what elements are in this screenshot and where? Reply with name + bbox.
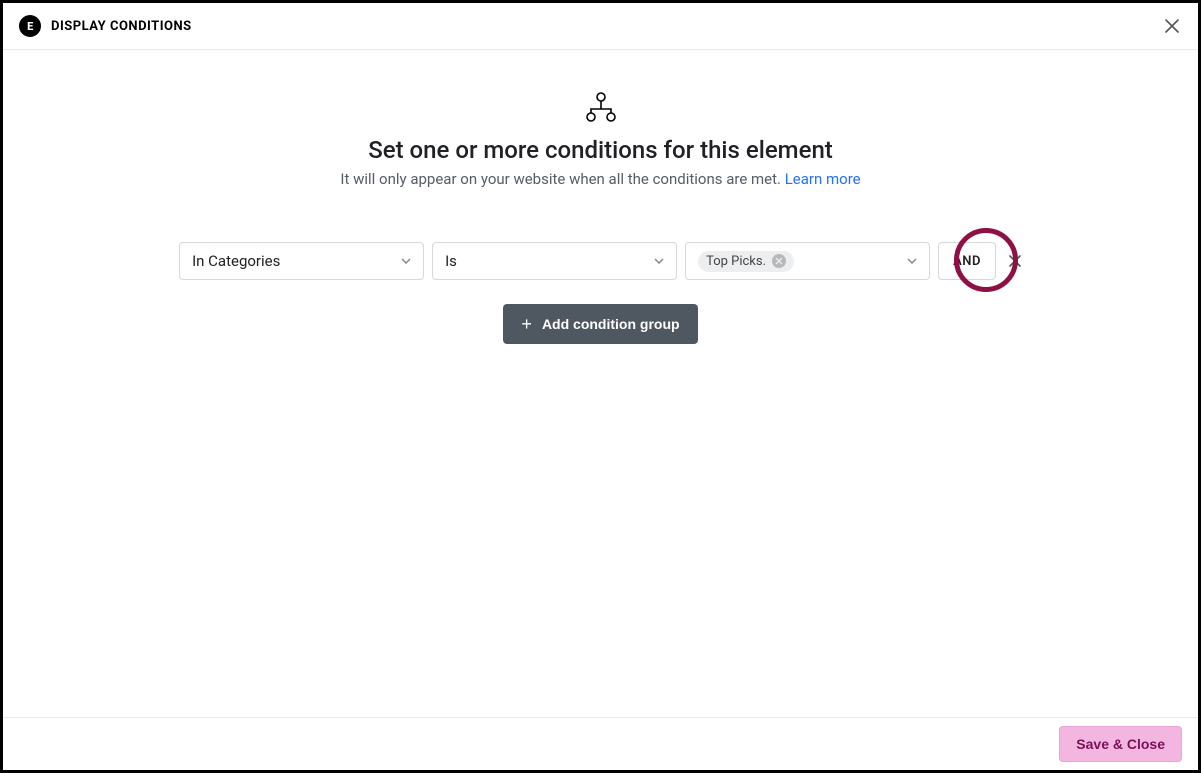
- condition-value-select[interactable]: Top Picks.: [685, 242, 930, 280]
- caret-down-icon: [654, 258, 664, 264]
- add-condition-group-button[interactable]: + Add condition group: [503, 304, 697, 344]
- condition-type-select[interactable]: In Categories: [179, 242, 424, 280]
- sitemap-icon: [584, 92, 618, 122]
- value-chip-label: Top Picks.: [706, 254, 766, 269]
- save-close-button[interactable]: Save & Close: [1059, 726, 1182, 762]
- remove-row-icon[interactable]: [1008, 254, 1022, 268]
- condition-row: In Categories Is Top Picks.: [179, 242, 1022, 280]
- modal-footer: Save & Close: [3, 717, 1198, 770]
- plus-icon: +: [521, 314, 532, 335]
- condition-operator-value: Is: [445, 252, 457, 270]
- modal-header: E DISPLAY CONDITIONS: [3, 3, 1198, 50]
- condition-type-value: In Categories: [192, 252, 280, 270]
- modal-title: DISPLAY CONDITIONS: [51, 19, 192, 34]
- chip-remove-icon[interactable]: [772, 254, 786, 268]
- hero-sub-text: It will only appear on your website when…: [340, 170, 784, 188]
- learn-more-link[interactable]: Learn more: [785, 170, 861, 188]
- logic-and-button[interactable]: AND: [938, 242, 996, 280]
- close-icon[interactable]: [1162, 16, 1182, 36]
- value-chip: Top Picks.: [698, 251, 794, 272]
- caret-down-icon: [907, 258, 917, 264]
- modal-content: Set one or more conditions for this elem…: [3, 50, 1198, 717]
- hero-subheading: It will only appear on your website when…: [340, 170, 860, 188]
- caret-down-icon: [401, 258, 411, 264]
- hero-heading: Set one or more conditions for this elem…: [368, 136, 833, 164]
- app-logo-icon: E: [19, 15, 41, 37]
- add-group-label: Add condition group: [542, 316, 680, 332]
- condition-operator-select[interactable]: Is: [432, 242, 677, 280]
- modal-frame: E DISPLAY CONDITIONS Set one or more con…: [0, 0, 1201, 773]
